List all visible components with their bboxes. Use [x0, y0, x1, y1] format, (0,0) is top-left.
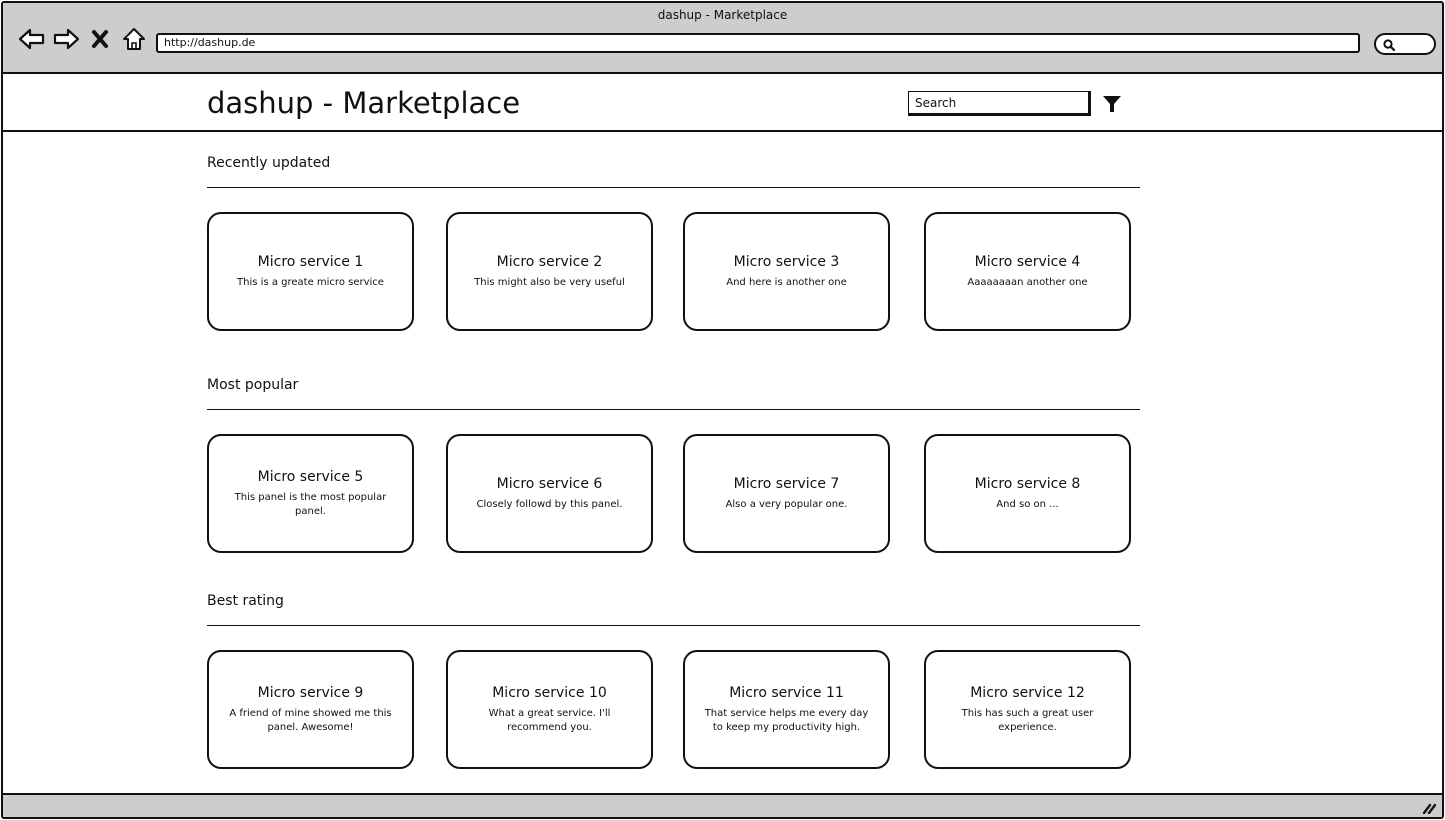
card-description: This panel is the most popular panel. — [234, 491, 387, 517]
browser-search-button[interactable] — [1374, 33, 1436, 55]
card-description: This has such a great user experience. — [961, 707, 1094, 733]
service-card[interactable]: Micro service 12 This has such a great u… — [924, 650, 1131, 769]
card-row: Micro service 1 This is a greate micro s… — [207, 212, 1142, 332]
card-title: Micro service 2 — [496, 253, 603, 270]
browser-nav — [17, 25, 149, 53]
card-description: Also a very popular one. — [725, 498, 848, 510]
service-card[interactable]: Micro service 5 This panel is the most p… — [207, 434, 414, 553]
section-recently-updated: Recently updated Micro service 1 This is… — [207, 155, 1142, 335]
service-card[interactable]: Micro service 11 That service helps me e… — [683, 650, 890, 769]
section-best-rating: Best rating Micro service 9 A friend of … — [207, 593, 1142, 773]
browser-window: dashup - Marketplace http://dashup.de da… — [1, 1, 1444, 819]
card-title: Micro service 5 — [257, 468, 364, 485]
card-description: What a great service. I'll recommend you… — [488, 707, 611, 733]
section-divider — [207, 625, 1140, 626]
card-description: A friend of mine showed me this panel. A… — [229, 707, 392, 733]
card-title: Micro service 12 — [970, 684, 1085, 701]
section-divider — [207, 187, 1140, 188]
section-title: Most popular — [207, 377, 299, 393]
page-header: dashup - Marketplace — [3, 74, 1442, 132]
browser-chrome: dashup - Marketplace http://dashup.de — [3, 3, 1442, 74]
card-description: That service helps me every day to keep … — [704, 707, 869, 733]
service-card[interactable]: Micro service 4 Aaaaaaaan another one — [924, 212, 1131, 331]
section-title: Best rating — [207, 593, 284, 609]
service-card[interactable]: Micro service 1 This is a greate micro s… — [207, 212, 414, 331]
service-card[interactable]: Micro service 2 This might also be very … — [446, 212, 653, 331]
window-title: dashup - Marketplace — [657, 8, 788, 22]
card-title: Micro service 3 — [733, 253, 840, 270]
service-card[interactable]: Micro service 9 A friend of mine showed … — [207, 650, 414, 769]
card-description: Aaaaaaaan another one — [967, 276, 1088, 288]
close-icon[interactable] — [85, 25, 115, 53]
card-title: Micro service 10 — [492, 684, 607, 701]
card-row: Micro service 5 This panel is the most p… — [207, 434, 1142, 554]
section-divider — [207, 409, 1140, 410]
card-description: Closely followd by this panel. — [476, 498, 623, 510]
page-title: dashup - Marketplace — [207, 86, 521, 120]
card-title: Micro service 1 — [257, 253, 364, 270]
card-title: Micro service 6 — [496, 475, 603, 492]
filter-button[interactable] — [1101, 93, 1123, 115]
service-card[interactable]: Micro service 6 Closely followd by this … — [446, 434, 653, 553]
card-title: Micro service 8 — [974, 475, 1081, 492]
home-icon[interactable] — [119, 25, 149, 53]
service-card[interactable]: Micro service 8 And so on ... — [924, 434, 1131, 553]
card-description: And here is another one — [726, 276, 847, 288]
card-title: Micro service 4 — [974, 253, 1081, 270]
service-card[interactable]: Micro service 10 What a great service. I… — [446, 650, 653, 769]
address-bar[interactable]: http://dashup.de — [156, 33, 1360, 53]
service-card[interactable]: Micro service 7 Also a very popular one. — [683, 434, 890, 553]
card-description: This might also be very useful — [474, 276, 625, 288]
search-input[interactable] — [908, 91, 1091, 116]
status-bar — [3, 793, 1442, 817]
section-most-popular: Most popular Micro service 5 This panel … — [207, 377, 1142, 557]
filter-icon — [1103, 96, 1121, 112]
resize-grip-icon[interactable] — [1422, 799, 1437, 817]
card-title: Micro service 9 — [257, 684, 364, 701]
card-description: And so on ... — [996, 498, 1059, 510]
card-description: This is a greate micro service — [237, 276, 384, 288]
card-title: Micro service 7 — [733, 475, 840, 492]
forward-arrow-icon[interactable] — [51, 25, 81, 53]
back-arrow-icon[interactable] — [17, 25, 47, 53]
search-icon — [1383, 39, 1396, 52]
section-title: Recently updated — [207, 155, 331, 171]
card-row: Micro service 9 A friend of mine showed … — [207, 650, 1142, 770]
card-title: Micro service 11 — [729, 684, 844, 701]
service-card[interactable]: Micro service 3 And here is another one — [683, 212, 890, 331]
